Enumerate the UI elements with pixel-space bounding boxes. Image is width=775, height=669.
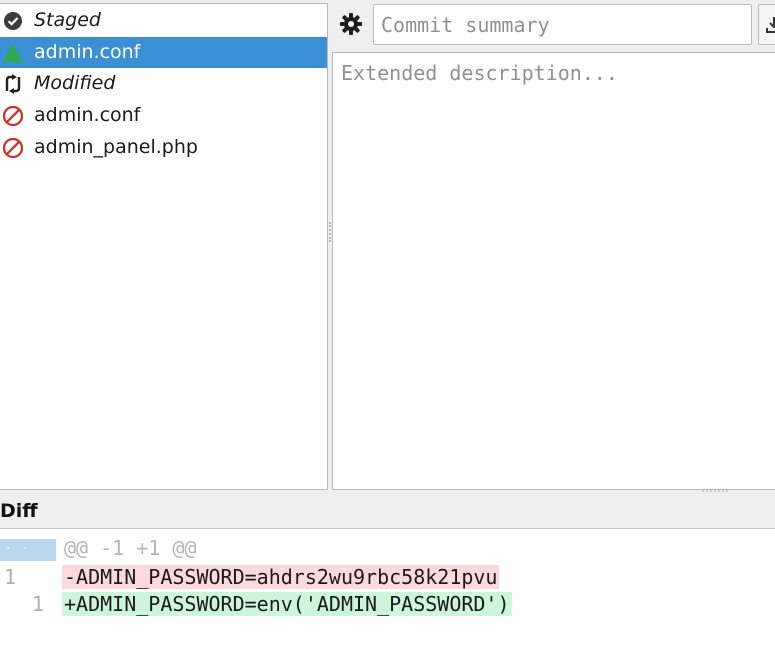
- deleted-line-text: -ADMIN_PASSWORD=ahdrs2wu9rbc58k21pvu: [62, 565, 500, 589]
- status-tree[interactable]: Staged admin.conf Modified admin.conf ad…: [0, 3, 328, 490]
- tree-item-label: admin_panel.php: [34, 136, 198, 158]
- prohibited-icon: [1, 100, 25, 131]
- new-line-number: 1: [32, 592, 45, 616]
- line-number-gutter: 1: [0, 563, 56, 591]
- diff-line-deleted: 1 -ADMIN_PASSWORD=ahdrs2wu9rbc58k21pvu: [0, 563, 775, 591]
- hunk-gutter: · ·: [0, 539, 56, 561]
- tree-header-label: Modified: [34, 72, 116, 94]
- commit-summary-input[interactable]: Commit summary: [373, 4, 752, 45]
- check-circle-icon: [1, 5, 25, 36]
- added-line-text: +ADMIN_PASSWORD=env('ADMIN_PASSWORD'): [62, 592, 512, 616]
- diff-title: Diff: [0, 500, 38, 522]
- triangle-up-icon: [1, 37, 25, 68]
- commit-description-textarea[interactable]: Extended description...: [332, 52, 775, 490]
- tree-item-modified-admin-conf[interactable]: admin.conf: [0, 100, 327, 131]
- tree-item-staged-admin-conf[interactable]: admin.conf: [0, 37, 327, 68]
- download-icon: [766, 17, 775, 33]
- old-line-number: 1: [4, 565, 17, 589]
- tree-header-modified[interactable]: Modified: [0, 68, 327, 99]
- line-number-gutter: 1: [0, 590, 56, 618]
- commit-options-button[interactable]: [758, 4, 775, 45]
- hunk-gutter-dots: · ·: [4, 541, 30, 557]
- diff-hunk-header-line: · · @@ -1 +1 @@: [0, 529, 775, 561]
- tree-item-modified-admin-panel-php[interactable]: admin_panel.php: [0, 132, 327, 163]
- diff-line-added: 1 +ADMIN_PASSWORD=env('ADMIN_PASSWORD'): [0, 590, 775, 618]
- tree-item-label: admin.conf: [34, 104, 141, 126]
- tree-header-staged[interactable]: Staged: [0, 5, 327, 36]
- vertical-splitter-handle[interactable]: [329, 222, 331, 242]
- modified-arrows-icon: [1, 68, 25, 99]
- tree-header-label: Staged: [34, 9, 101, 31]
- horizontal-splitter-handle[interactable]: [702, 490, 728, 492]
- hunk-header: @@ -1 +1 @@: [64, 536, 197, 560]
- gear-icon[interactable]: [339, 12, 363, 36]
- tree-item-label: admin.conf: [34, 41, 141, 63]
- prohibited-icon: [1, 132, 25, 163]
- diff-view[interactable]: · · @@ -1 +1 @@ 1 -ADMIN_PASSWORD=ahdrs2…: [0, 529, 775, 669]
